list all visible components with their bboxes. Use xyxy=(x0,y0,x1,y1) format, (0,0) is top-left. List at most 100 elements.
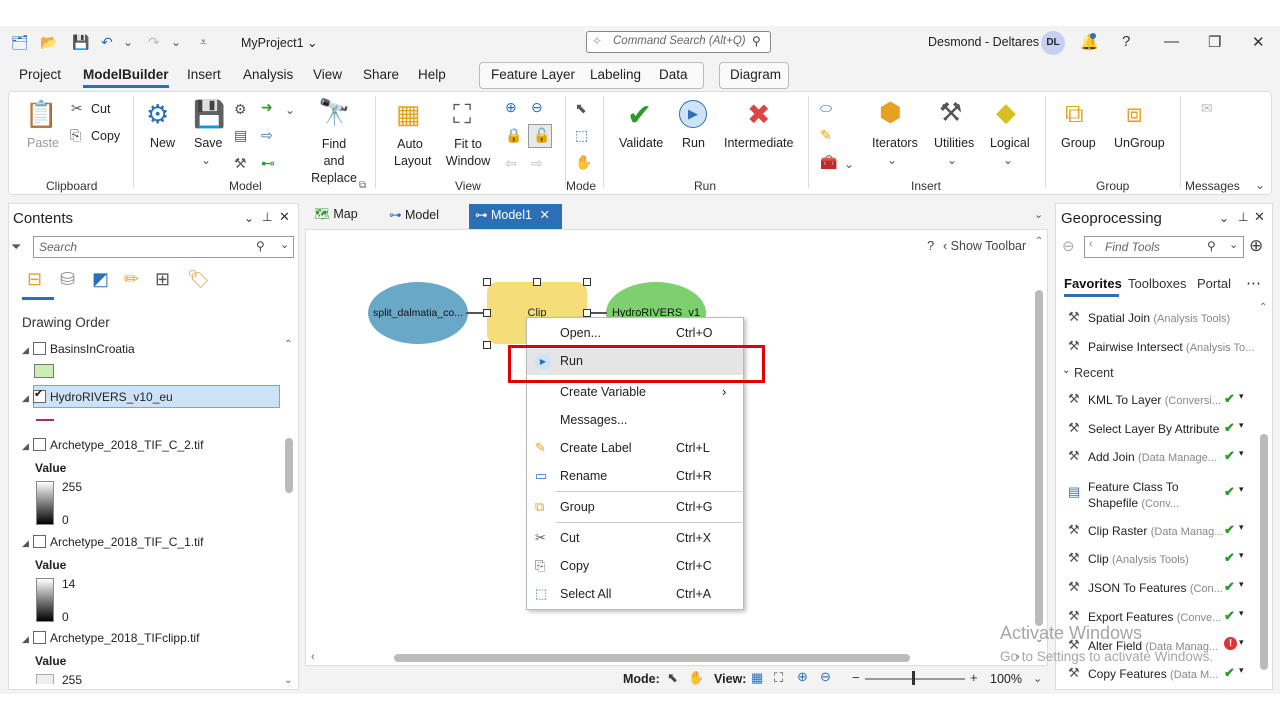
command-search-input[interactable]: Command Search (Alt+Q) xyxy=(586,31,771,53)
list-by-selection-icon[interactable]: ◩ xyxy=(92,269,109,290)
expand-arrow-icon[interactable]: ◢ xyxy=(22,634,29,645)
auto-layout-button[interactable]: Auto Layout xyxy=(394,136,432,170)
open-project-icon[interactable]: 📂 xyxy=(40,34,57,51)
selection-handle[interactable] xyxy=(583,309,591,317)
undo-icon[interactable]: ↶ xyxy=(101,34,113,51)
project-name[interactable]: MyProject1 ⌄ xyxy=(241,35,317,50)
layer-checkbox[interactable] xyxy=(33,438,46,451)
polygon-symbol[interactable] xyxy=(34,364,54,378)
utilities-dropdown-icon[interactable]: ⌄ xyxy=(947,153,957,167)
help-button[interactable]: ? xyxy=(1122,33,1130,50)
layer-checkbox[interactable] xyxy=(33,535,46,548)
recent-tool[interactable]: Feature Class To Shapefile (Conv... xyxy=(1088,479,1218,512)
model-properties-icon[interactable]: ⚙ xyxy=(234,101,247,118)
layer-name[interactable]: Archetype_2018_TIF_C_1.tif xyxy=(50,535,203,549)
status-dropdown-icon[interactable]: ▾ xyxy=(1239,665,1244,676)
tab-data[interactable]: Data xyxy=(659,67,688,82)
save-model-button[interactable]: Save xyxy=(194,136,223,150)
status-dropdown-icon[interactable]: ▾ xyxy=(1239,448,1244,459)
tab-help[interactable]: Help xyxy=(418,67,446,82)
recent-tool[interactable]: Copy Features (Data M... xyxy=(1088,667,1218,681)
collapse-ribbon-icon[interactable]: ⌄ xyxy=(1255,178,1265,192)
undo-dropdown-icon[interactable]: ⌄ xyxy=(123,35,133,49)
status-dropdown-icon[interactable]: ▾ xyxy=(1239,391,1244,402)
more-options-icon[interactable]: ⋯ xyxy=(1246,274,1261,292)
select-mode-icon[interactable]: ⬉ xyxy=(667,670,678,686)
export-icon[interactable]: ⇨ xyxy=(261,127,273,144)
toolbox-icon[interactable]: 🧰 xyxy=(820,154,837,171)
zoom-in-icon[interactable]: ⊕ xyxy=(505,99,517,116)
pan-hand-icon[interactable]: ✋ xyxy=(575,154,592,171)
expand-arrow-icon[interactable]: ⌄ xyxy=(1062,365,1070,376)
tab-list-icon[interactable]: ⌄ xyxy=(1034,208,1043,221)
minimize-button[interactable]: — xyxy=(1164,33,1179,50)
validate-button[interactable]: Validate xyxy=(619,136,663,150)
contents-scrollbar-thumb[interactable] xyxy=(285,438,293,493)
menu-item-rename[interactable]: ▭ Rename Ctrl+R xyxy=(527,464,743,490)
tab-view[interactable]: View xyxy=(313,67,342,82)
connect-icon[interactable]: ⊷ xyxy=(261,155,275,172)
color-ramp[interactable] xyxy=(36,481,54,525)
menu-item-messages[interactable]: Messages... xyxy=(527,408,743,434)
tab-portal[interactable]: Portal xyxy=(1197,276,1231,291)
tab-labeling[interactable]: Labeling xyxy=(590,67,641,82)
canvas-hscroll-thumb[interactable] xyxy=(394,654,910,662)
expand-arrow-icon[interactable]: ◢ xyxy=(22,441,29,452)
tab-toolboxes[interactable]: Toolboxes xyxy=(1128,276,1187,291)
selection-handle[interactable] xyxy=(533,278,541,286)
status-dropdown-icon[interactable]: ▾ xyxy=(1239,550,1244,561)
tab-model1[interactable]: ⊶ Model1 ✕ xyxy=(469,204,562,226)
color-ramp[interactable] xyxy=(36,578,54,622)
canvas-vscroll-thumb[interactable] xyxy=(1035,290,1043,626)
status-dropdown-icon[interactable]: ▾ xyxy=(1239,637,1244,648)
contents-search-input[interactable]: Search xyxy=(33,236,294,258)
filter-icon[interactable]: ⏷ xyxy=(11,239,21,255)
tab-feature-layer[interactable]: Feature Layer xyxy=(491,67,575,82)
scroll-up-icon[interactable]: ⌃ xyxy=(1259,302,1267,313)
zoom-slider-track[interactable] xyxy=(865,678,965,680)
favorite-tool[interactable]: Pairwise Intersect (Analysis To... xyxy=(1088,340,1254,354)
search-options-icon[interactable]: ⌄ xyxy=(280,238,289,251)
recent-tool[interactable]: Select Layer By Attribute xyxy=(1088,422,1219,436)
tab-favorites[interactable]: Favorites xyxy=(1064,276,1122,291)
recent-tool[interactable]: Clip Raster (Data Manag... xyxy=(1088,524,1223,538)
menu-item-create-label[interactable]: ✎ Create Label Ctrl+L xyxy=(527,436,743,462)
list-by-editing-icon[interactable]: ✏ xyxy=(124,269,139,290)
user-name[interactable]: Desmond - Deltares xyxy=(928,35,1039,49)
layer-name[interactable]: HydroRIVERS_v10_eu xyxy=(50,390,173,404)
recent-tool[interactable]: KML To Layer (Conversi... xyxy=(1088,393,1221,407)
layer-checkbox[interactable] xyxy=(33,342,46,355)
menu-item-open[interactable]: Open... Ctrl+O xyxy=(527,321,743,347)
fit-window-button[interactable]: Fit to Window xyxy=(444,136,492,170)
status-dropdown-icon[interactable]: ▾ xyxy=(1239,522,1244,533)
list-by-drawing-order-icon[interactable]: ⊟ xyxy=(27,269,42,290)
intermediate-button[interactable]: Intermediate xyxy=(724,136,793,150)
scroll-left-icon[interactable]: ‹ xyxy=(311,651,315,663)
pane-options-icon[interactable]: ⌄ xyxy=(1219,211,1229,225)
pin-icon[interactable]: ⊥ xyxy=(1238,210,1248,224)
lock-icon[interactable]: 🔒 xyxy=(505,127,522,144)
expand-arrow-icon[interactable]: ◢ xyxy=(22,345,29,356)
cut-button[interactable]: Cut xyxy=(91,102,110,116)
messages-icon[interactable]: ✉ xyxy=(1201,100,1213,117)
recent-tool[interactable]: Add Join (Data Manage... xyxy=(1088,450,1217,464)
customize-toolbar-icon[interactable]: ⩡ xyxy=(200,35,207,50)
line-symbol[interactable] xyxy=(36,419,54,421)
restore-button[interactable]: ❐ xyxy=(1208,33,1221,51)
expand-arrow-icon[interactable]: ◢ xyxy=(22,538,29,549)
ungroup-button[interactable]: UnGroup xyxy=(1114,136,1165,150)
recent-tool[interactable]: JSON To Features (Con... xyxy=(1088,581,1223,595)
new-project-icon[interactable]: 🗂 xyxy=(11,34,29,51)
redo-icon[interactable]: ↷ xyxy=(148,34,160,51)
recent-tool[interactable]: Clip (Analysis Tools) xyxy=(1088,552,1189,566)
menu-item-cut[interactable]: ✂ Cut Ctrl+X xyxy=(527,526,743,552)
find-tools-input[interactable]: Find Tools xyxy=(1084,236,1244,258)
toolbox-dropdown-icon[interactable]: ⌄ xyxy=(844,157,854,171)
recent-tool[interactable]: Export Features (Conve... xyxy=(1088,610,1221,624)
menu-item-group[interactable]: ⧉ Group Ctrl+G xyxy=(527,495,743,521)
menu-item-copy[interactable]: ⎘ Copy Ctrl+C xyxy=(527,554,743,580)
layer-name[interactable]: Archetype_2018_TIFclipp.tif xyxy=(50,631,199,645)
pan-mode-icon[interactable]: ✋ xyxy=(688,670,704,686)
previous-extent-icon[interactable]: ⇦ xyxy=(505,155,517,172)
input-dataset-node[interactable]: split_dalmatia_co... xyxy=(368,282,468,344)
